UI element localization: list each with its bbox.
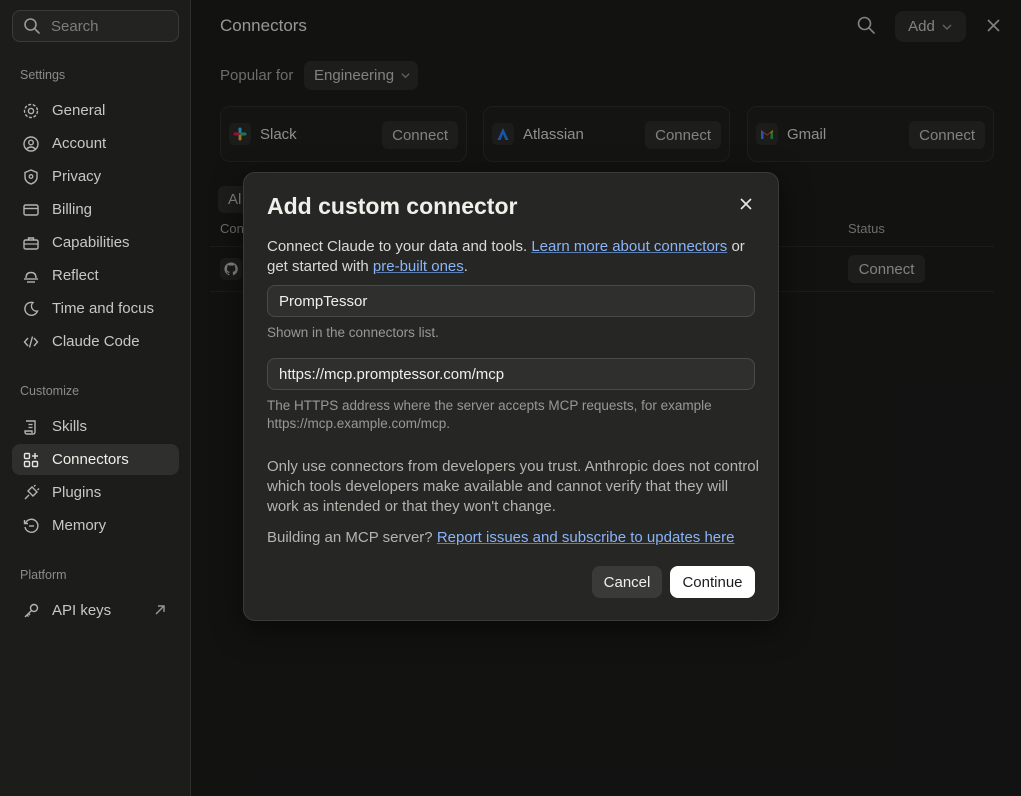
sidebar-item-label: Plugins <box>52 484 102 501</box>
search-placeholder: Search <box>51 17 99 35</box>
sidebar-search[interactable]: Search <box>12 10 179 42</box>
sidebar-item-time-and-focus[interactable]: Time and focus <box>12 293 179 324</box>
sidebar-item-label: Time and focus <box>52 300 154 317</box>
grid-plus-icon <box>22 451 40 469</box>
build-mcp-text: Building an MCP server? <box>267 529 437 546</box>
user-circle-icon <box>22 135 40 153</box>
build-mcp-note: Building an MCP server? Report issues an… <box>267 529 735 546</box>
sidebar-item-plugins[interactable]: Plugins <box>12 477 179 508</box>
sidebar-item-label: Claude Code <box>52 333 140 350</box>
sidebar-item-label: Account <box>52 135 107 152</box>
section-label-customize: Customize <box>20 384 80 398</box>
sidebar-item-privacy[interactable]: Privacy <box>12 161 179 192</box>
sidebar-item-general[interactable]: General <box>12 95 179 126</box>
briefcase-icon <box>22 234 40 252</box>
code-icon <box>22 333 40 351</box>
card-icon <box>22 201 40 219</box>
sidebar-item-label: Privacy <box>52 168 102 185</box>
intro-text: Connect Claude to your data and tools. <box>267 238 532 255</box>
moon-icon <box>22 300 40 318</box>
report-issues-link[interactable]: Report issues and subscribe to updates h… <box>437 529 735 546</box>
sidebar-item-billing[interactable]: Billing <box>12 194 179 225</box>
plug-icon <box>22 484 40 502</box>
sidebar-item-reflect[interactable]: Reflect <box>12 260 179 291</box>
sidebar-item-account[interactable]: Account <box>12 128 179 159</box>
sidebar-item-label: Memory <box>52 517 107 534</box>
sidebar-item-label: Capabilities <box>52 234 130 251</box>
sidebar-item-capabilities[interactable]: Capabilities <box>12 227 179 258</box>
scroll-icon <box>22 418 40 436</box>
sidebar-item-label: Billing <box>52 201 93 218</box>
pre-built-link[interactable]: pre-built ones <box>373 258 464 275</box>
connector-name-field[interactable]: PrompTessor <box>267 285 755 317</box>
sidebar-item-label: Connectors <box>52 451 129 468</box>
learn-more-link[interactable]: Learn more about connectors <box>531 238 727 255</box>
dialog-intro: Connect Claude to your data and tools. L… <box>267 237 757 277</box>
section-label-platform: Platform <box>20 568 67 582</box>
sunrise-icon <box>22 267 40 285</box>
cancel-button[interactable]: Cancel <box>592 566 662 598</box>
gear-icon <box>22 102 40 120</box>
trust-warning: Only use connectors from developers you … <box>267 458 759 515</box>
sidebar-item-label: API keys <box>52 602 112 619</box>
sidebar-item-memory[interactable]: Memory <box>12 510 179 541</box>
sidebar-item-label: Skills <box>52 418 88 435</box>
key-icon <box>22 602 40 620</box>
sidebar-item-skills[interactable]: Skills <box>12 411 179 442</box>
sidebar-item-connectors[interactable]: Connectors <box>12 444 179 475</box>
add-custom-connector-dialog: Add custom connector Connect Claude to y… <box>243 172 779 621</box>
server-url-field[interactable]: https://mcp.promptessor.com/mcp <box>267 358 755 390</box>
server-url-help: The HTTPS address where the server accep… <box>267 398 712 431</box>
intro-end-text: . <box>463 258 468 275</box>
dialog-title: Add custom connector <box>267 193 518 219</box>
search-icon <box>24 18 40 34</box>
sidebar-item-claude-code[interactable]: Claude Code <box>12 326 179 357</box>
shield-icon <box>22 168 40 186</box>
sidebar-item-label: General <box>52 102 106 119</box>
external-link-icon <box>153 603 167 621</box>
sidebar-item-label: Reflect <box>52 267 99 284</box>
sidebar: Search Settings General Account Privacy … <box>0 0 191 796</box>
connector-name-help: Shown in the connectors list. <box>267 325 439 340</box>
history-icon <box>22 517 40 535</box>
sidebar-item-api-keys[interactable]: API keys <box>12 595 179 626</box>
section-label-settings: Settings <box>20 68 66 82</box>
close-icon[interactable] <box>739 197 753 216</box>
continue-button[interactable]: Continue <box>670 566 755 598</box>
